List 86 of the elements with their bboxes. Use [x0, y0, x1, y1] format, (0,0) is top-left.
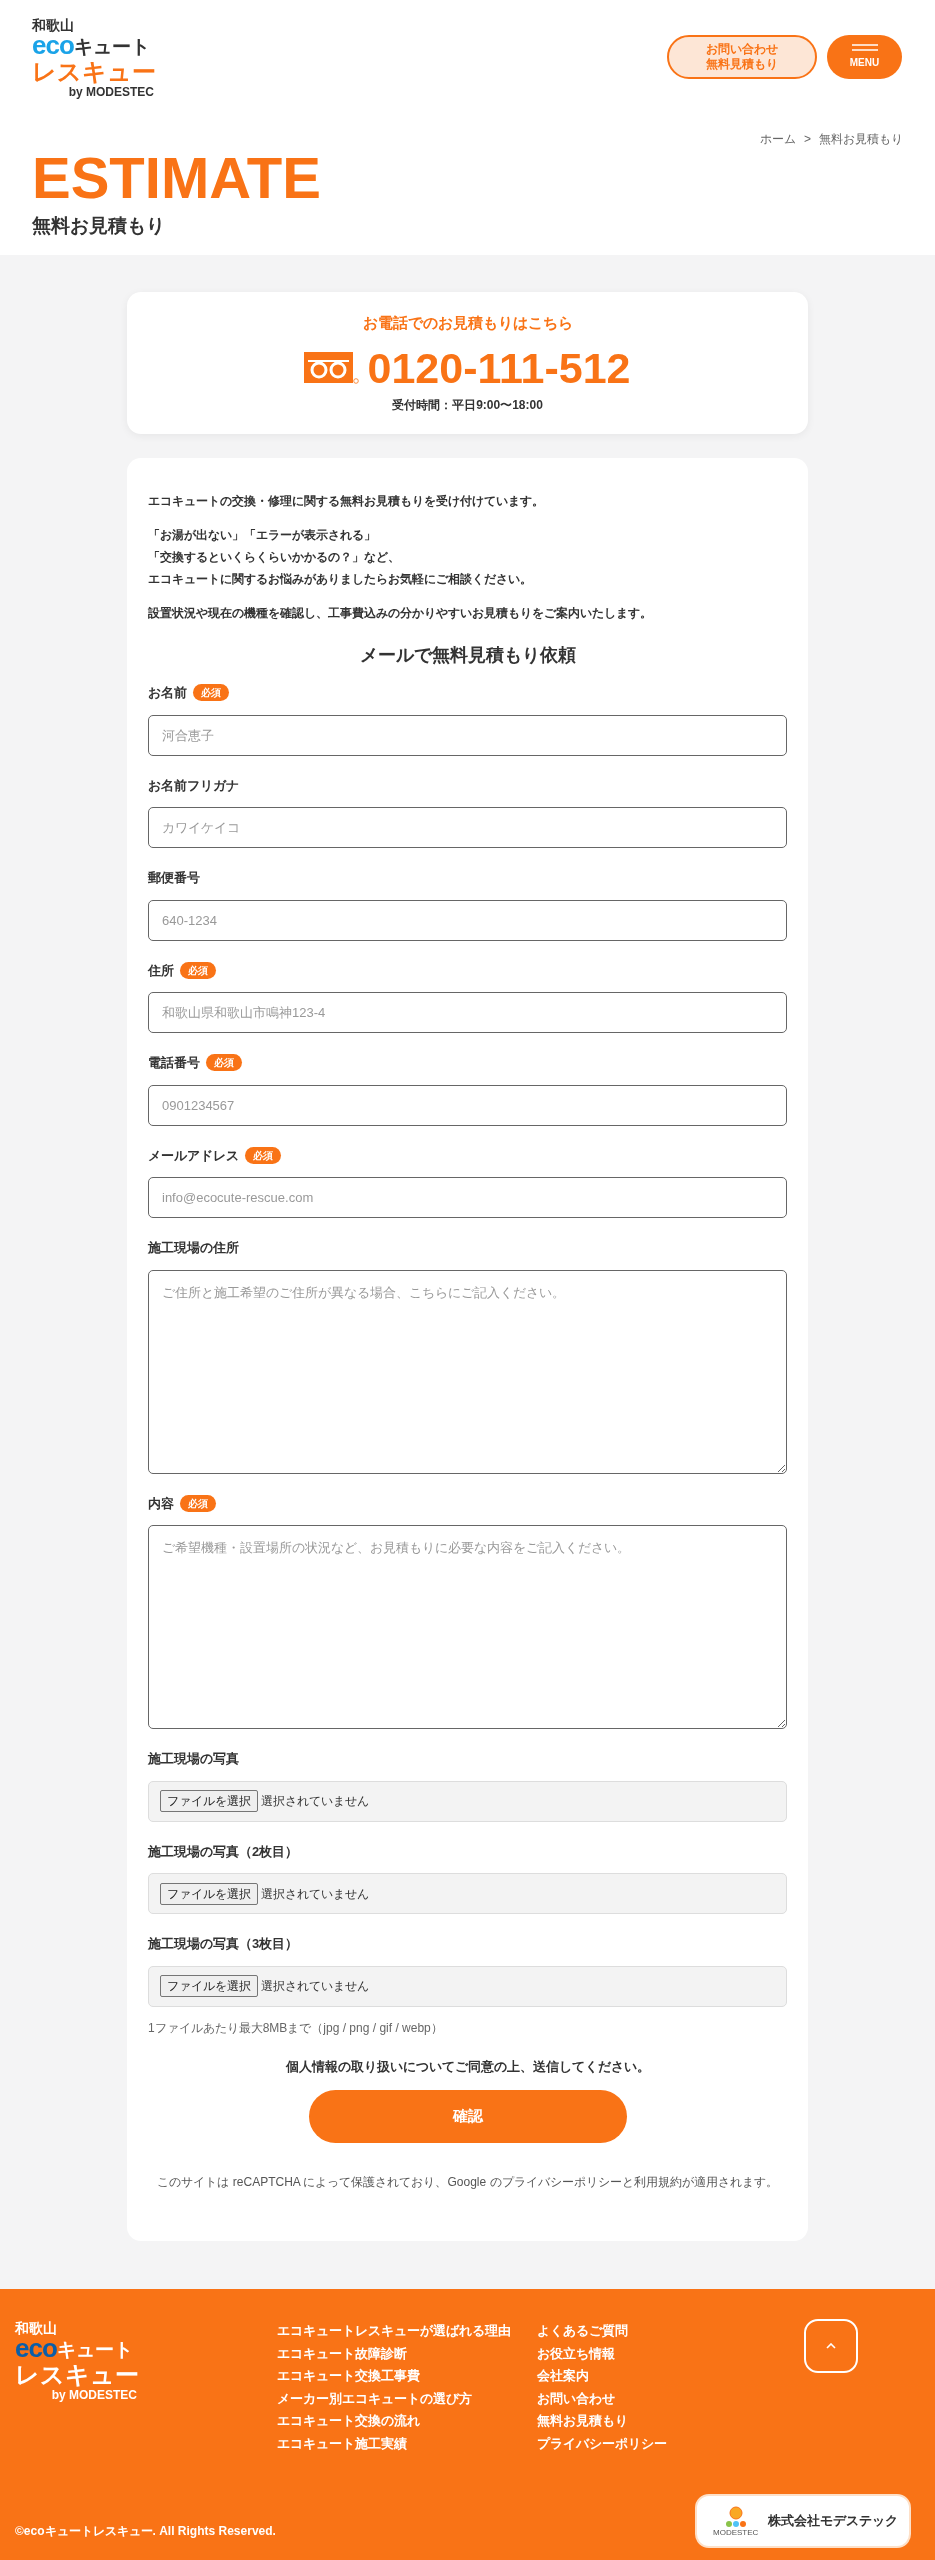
logo-rescue-text: レスキュー: [32, 58, 156, 86]
footer-link[interactable]: お問い合わせ: [537, 2388, 615, 2409]
choose-file-button[interactable]: ファイルを選択: [160, 1975, 258, 1998]
field-label: 施工現場の写真（3枚目）: [148, 1935, 299, 1954]
page-subtitle: 無料お見積もり: [32, 214, 165, 239]
file-status-text: 選択されていません: [261, 1793, 369, 1811]
logo-cute-text: キュート: [56, 2339, 133, 2362]
breadcrumb-link[interactable]: ホーム: [760, 130, 796, 149]
choose-file-button[interactable]: ファイルを選択: [160, 1790, 258, 1813]
footer-link[interactable]: プライバシーポリシー: [537, 2433, 667, 2454]
freephone-icon: [304, 352, 360, 385]
footer-link[interactable]: よくあるご質問: [537, 2321, 628, 2341]
company-logo-caption: MODESTEC: [713, 2527, 759, 2537]
textarea-field[interactable]: ご住所と施工希望のご住所が異なる場合、こちらにご記入ください。: [148, 1269, 787, 1474]
logo-region-text: 和歌山: [32, 18, 74, 32]
footer-link[interactable]: エコキュートレスキューが選ばれる理由: [277, 2321, 511, 2341]
logo-cute-text: キュート: [73, 36, 150, 58]
company-banner[interactable]: MODESTEC 株式会社モデステック: [695, 2494, 911, 2548]
footer-link[interactable]: エコキュート故障診断: [277, 2343, 407, 2364]
form-title: メールで無料見積もり依頼: [358, 644, 577, 668]
text-input-field[interactable]: カワイケイコ: [148, 807, 787, 849]
confirm-button[interactable]: 確認: [308, 2090, 627, 2144]
menu-icon: [851, 44, 878, 51]
text-input-field[interactable]: 和歌山県和歌山市鳴神123-4: [148, 992, 787, 1034]
field-label: 施工現場の写真: [148, 1750, 239, 1769]
menu-button[interactable]: MENU: [827, 35, 902, 79]
required-badge: 必須: [206, 1054, 242, 1072]
required-badge: 必須: [193, 684, 229, 702]
field-label: 内容: [148, 1494, 174, 1513]
field-label: 住所: [148, 961, 174, 980]
field-label: 施工現場の住所: [148, 1239, 239, 1258]
footer-link[interactable]: 会社案内: [537, 2366, 589, 2386]
footer-link[interactable]: メーカー別エコキュートの選び方: [277, 2388, 472, 2409]
logo-rescue-text: レスキュー: [15, 2361, 139, 2390]
recaptcha-notice: このサイトは reCAPTCHA によって保護されており、Google のプライバシーポリシーと利用規約が適用されます。: [156, 2174, 779, 2192]
file-input-field[interactable]: ファイルを選択 選択されていません: [148, 1965, 787, 2007]
footer-link[interactable]: 無料お見積もり: [537, 2411, 628, 2431]
footer-link[interactable]: エコキュート交換工事費: [277, 2366, 420, 2386]
intro-line: エコキュートに関するお悩みがありましたらお気軽にご相談ください。: [148, 571, 532, 589]
breadcrumb-separator: >: [804, 131, 811, 149]
intro-line: 「交換するといくらくらいかかるの？」など、: [148, 549, 400, 567]
business-hours: 受付時間：平日9:00〜18:00: [392, 397, 543, 415]
copyright-text: ©ecoキュートレスキュー. All Rights Reserved.: [15, 2523, 276, 2540]
footer-link[interactable]: お役立ち情報: [537, 2343, 615, 2364]
footer-link[interactable]: エコキュート交換の流れ: [277, 2411, 420, 2431]
textarea-field[interactable]: ご希望機種・設置場所の状況など、お見積もりに必要な内容をご記入ください。: [148, 1525, 787, 1730]
file-input-field[interactable]: ファイルを選択 選択されていません: [148, 1873, 787, 1915]
logo-eco-text: eco: [32, 32, 74, 58]
logo-by-text: by MODESTEC: [68, 86, 154, 98]
intro-paragraph: 設置状況や現在の機種を確認し、工事費込みの分かりやすいお見積もりをご案内いたします。: [148, 605, 653, 623]
chevron-up-icon: [826, 2343, 836, 2350]
file-size-note: 1ファイルあたり最大8MBまで（jpg / png / gif / webp）: [148, 2019, 444, 2037]
field-label: 郵便番号: [148, 869, 200, 888]
page-title: ESTIMATE: [32, 148, 321, 209]
back-to-top-button[interactable]: [804, 2319, 858, 2374]
field-label: お名前フリガナ: [148, 776, 239, 795]
company-logo-icon: [723, 2505, 748, 2528]
text-input-field[interactable]: 河合恵子: [148, 714, 787, 756]
footer-link[interactable]: エコキュート施工実績: [277, 2433, 407, 2454]
phone-heading: お電話でのお見積もりはこちら: [362, 312, 573, 333]
consent-text: 個人情報の取り扱いについてご同意の上、送信してください。: [284, 2057, 651, 2076]
field-label: 電話番号: [148, 1054, 200, 1073]
required-badge: 必須: [180, 1494, 216, 1512]
logo-by-text: by MODESTEC: [51, 2389, 137, 2402]
file-status-text: 選択されていません: [261, 1978, 369, 1996]
choose-file-button[interactable]: ファイルを選択: [160, 1882, 258, 1905]
field-label: メールアドレス: [148, 1146, 239, 1165]
phone-number[interactable]: 0120-111-512: [367, 344, 631, 393]
field-label: 施工現場の写真（2枚目）: [148, 1842, 299, 1861]
text-input-field[interactable]: 640-1234: [148, 899, 787, 941]
file-input-field[interactable]: ファイルを選択 選択されていません: [148, 1780, 787, 1822]
site-logo[interactable]: 和歌山 ecoキュート レスキュー by MODESTEC: [32, 18, 156, 98]
required-badge: 必須: [245, 1146, 281, 1164]
intro-paragraph: エコキュートの交換・修理に関する無料お見積もりを受け付けています。: [148, 493, 545, 511]
logo-eco-text: eco: [15, 2335, 57, 2362]
company-name: 株式会社モデステック: [768, 2512, 899, 2531]
field-label: お名前: [148, 684, 187, 703]
intro-line: 「お湯が出ない」「エラーが表示される」: [148, 527, 376, 545]
text-input-field[interactable]: 0901234567: [148, 1084, 787, 1126]
breadcrumb-link[interactable]: 無料お見積もり: [819, 130, 903, 149]
site-logo[interactable]: 和歌山 ecoキュート レスキュー by MODESTEC: [15, 2321, 139, 2402]
logo-region-text: 和歌山: [15, 2321, 57, 2336]
file-status-text: 選択されていません: [261, 1885, 369, 1903]
text-input-field[interactable]: info@ecocute-rescue.com: [148, 1177, 787, 1219]
required-badge: 必須: [180, 961, 216, 979]
contact-estimate-button[interactable]: お問い合わせ 無料見積もり: [667, 35, 817, 79]
